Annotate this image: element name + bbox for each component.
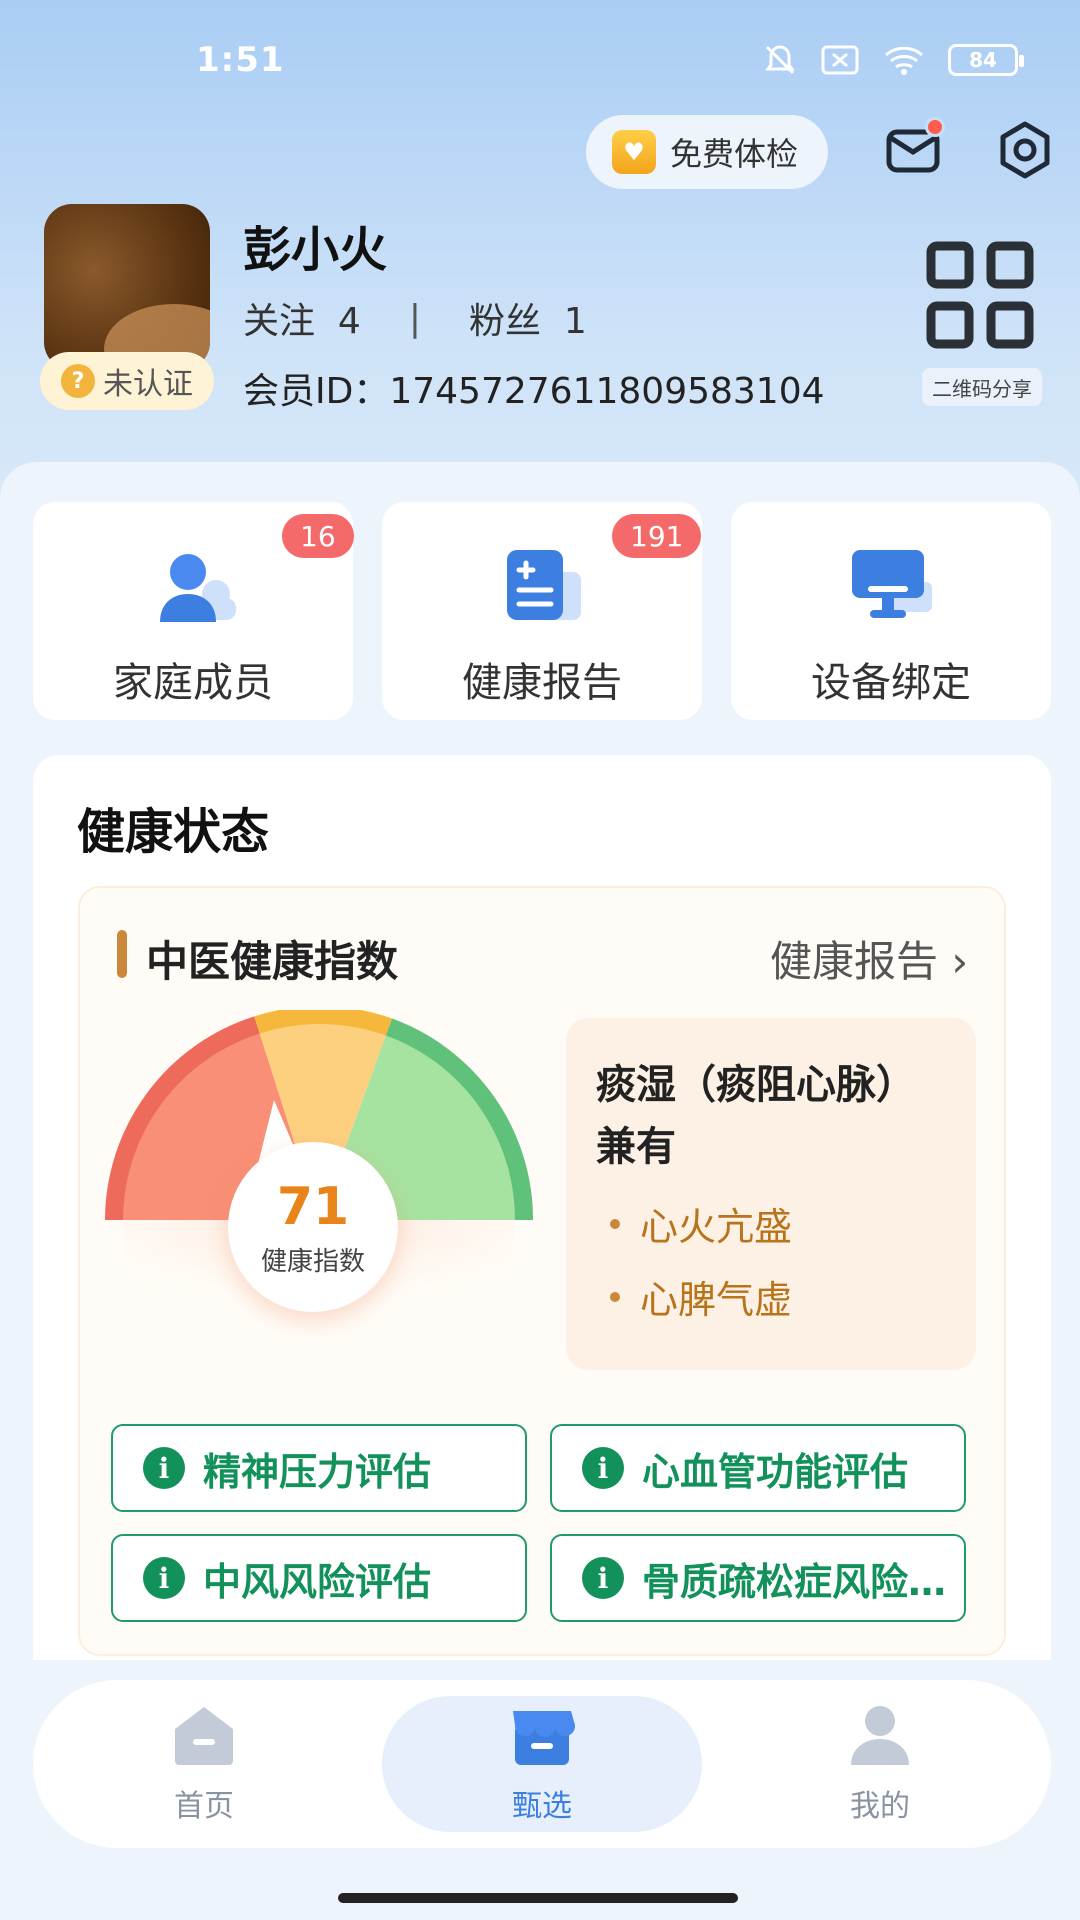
divider: | [408,297,421,339]
eval-mental-stress-button[interactable]: i 精神压力评估 [111,1424,527,1512]
bullet-icon [610,1291,620,1302]
tab-home[interactable]: 首页 [44,1696,364,1832]
constitution-item: 心脾气虚 [596,1269,946,1324]
following-link[interactable]: 关注 4 [243,292,361,344]
member-id: 会员ID：1745727611809583104 [243,371,825,412]
eval-osteoporosis-button[interactable]: i 骨质疏松症风险… [550,1534,966,1622]
tile-device-binding[interactable]: 设备绑定 [731,502,1051,720]
report-count-badge: 191 [612,514,702,558]
eval-stroke-risk-button[interactable]: i 中风风险评估 [111,1534,527,1622]
eval-label: 中风风险评估 [203,1559,432,1604]
store-icon [513,1711,576,1765]
bullet-icon [610,1218,620,1229]
user-name: 彭小火 [243,222,388,278]
wifi-icon [884,46,924,75]
family-count-badge: 16 [282,514,354,558]
info-icon: i [143,1557,185,1599]
fans-count: 1 [563,301,587,342]
section-accent-bar [117,930,127,978]
home-indicator[interactable] [338,1893,738,1903]
status-time: 1:51 [196,40,285,80]
info-icon: i [582,1557,624,1599]
eval-cardiovascular-button[interactable]: i 心血管功能评估 [550,1424,966,1512]
settings-gear-icon[interactable] [995,120,1055,180]
free-checkup-button[interactable]: ♥ 免费体检 [586,115,828,189]
eval-label: 骨质疏松症风险… [642,1559,947,1604]
tile-label: 设备绑定 [811,660,971,706]
health-report-icon [507,550,581,620]
tab-label: 甄选 [512,1789,572,1824]
tab-label: 我的 [850,1789,910,1824]
tcm-constitution-box: 痰湿（痰阻心脉）兼有 心火亢盛 心脾气虚 [566,1018,976,1370]
constitution-item-label: 心脾气虚 [640,1278,793,1322]
constitution-item: 心火亢盛 [596,1196,946,1251]
fans-link[interactable]: 粉丝 1 [469,292,587,344]
health-score-value: 71 [276,1176,350,1237]
tab-label: 首页 [174,1789,234,1824]
crown-icon: ♥ [612,130,656,174]
verify-label: 未认证 [103,367,193,402]
no-sim-icon [821,45,859,75]
qr-code-icon[interactable] [925,240,1035,350]
health-report-link[interactable]: 健康报告 › [770,928,968,989]
tcm-index-title: 中医健康指数 [146,937,399,986]
status-icons: 84 [762,42,1024,78]
health-score-dial: 71 健康指数 [228,1142,398,1312]
following-label: 关注 [243,301,316,342]
avatar[interactable] [44,204,210,370]
family-members-icon [160,554,236,622]
eval-label: 心血管功能评估 [642,1449,909,1494]
follow-stats: 关注 4 | 粉丝 1 [243,292,587,344]
info-icon: i [582,1447,624,1489]
tab-selection[interactable]: 甄选 [382,1696,702,1832]
qr-share-label[interactable]: 二维码分享 [922,368,1042,406]
health-status-title: 健康状态 [77,804,270,860]
profile-icon [851,1706,909,1765]
info-icon: i [143,1447,185,1489]
fans-label: 粉丝 [468,301,541,342]
unread-dot [925,117,945,137]
constitution-main: 痰湿（痰阻心脉）兼有 [596,1062,916,1170]
mute-icon [765,45,795,75]
question-icon: ? [61,364,95,398]
verify-status-badge[interactable]: ? 未认证 [40,352,214,410]
eval-label: 精神压力评估 [203,1449,432,1494]
tab-mine[interactable]: 我的 [720,1696,1040,1832]
constitution-item-label: 心火亢盛 [640,1205,793,1249]
device-monitor-icon [852,550,932,618]
free-checkup-label: 免费体检 [670,135,799,173]
tile-label: 家庭成员 [113,660,273,706]
tile-label: 健康报告 [462,660,622,706]
home-icon [175,1707,233,1765]
battery-indicator: 84 [948,44,1024,76]
health-score-caption: 健康指数 [260,1246,365,1277]
following-count: 4 [337,301,361,342]
